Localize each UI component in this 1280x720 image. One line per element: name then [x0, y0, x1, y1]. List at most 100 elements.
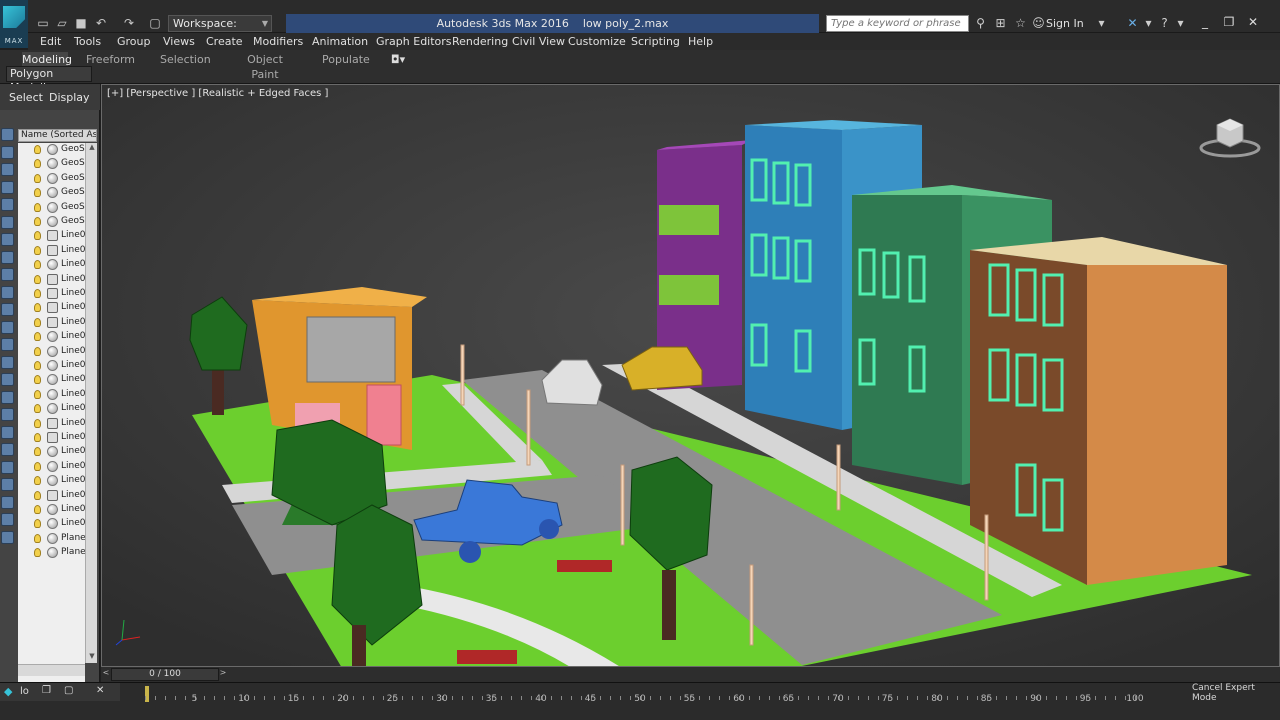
list-item[interactable]: Line0 [18, 417, 85, 431]
filter-toggle-icon[interactable] [1, 495, 14, 509]
light-bulb-icon[interactable] [34, 145, 41, 154]
menu-rendering[interactable]: Rendering [452, 35, 508, 48]
filter-toggle-icon[interactable] [1, 198, 14, 211]
filter-toggle-icon[interactable] [1, 215, 14, 229]
light-bulb-icon[interactable] [34, 332, 41, 342]
list-item[interactable]: Line0 [18, 445, 85, 459]
minimize-icon[interactable]: _ [1196, 13, 1214, 31]
bookmark-icon[interactable]: ⊞ [992, 15, 1009, 32]
time-next-icon[interactable]: > [218, 668, 228, 681]
maximize-icon[interactable]: ▢ [64, 685, 73, 696]
filter-toggle-icon[interactable] [1, 425, 14, 439]
expand-icon[interactable]: ▾ [1140, 15, 1157, 32]
filter-toggle-icon[interactable] [1, 460, 14, 474]
redo-icon[interactable]: ↷ [120, 14, 138, 32]
list-item[interactable]: Plane [18, 546, 86, 560]
list-item[interactable]: Line0 [18, 330, 85, 344]
light-bulb-icon[interactable] [34, 346, 41, 356]
track-bar[interactable]: 5 10 15 20 25 30 35 40 45 50 55 60 65 70 75 80 85 90 95 100 [145, 686, 1175, 704]
filter-toggle-icon[interactable] [1, 268, 14, 281]
workspace-dropdown[interactable]: Workspace: Default ▼ [168, 15, 272, 45]
filter-toggle-icon[interactable] [1, 285, 14, 299]
light-bulb-icon[interactable] [34, 505, 41, 514]
menu-modifiers[interactable]: Modifiers [253, 35, 303, 48]
time-slider[interactable]: < 0 / 100 > [101, 667, 1280, 682]
filter-toggle-icon[interactable] [1, 303, 14, 316]
menu-views[interactable]: Views [163, 35, 195, 48]
light-bulb-icon[interactable] [34, 202, 41, 212]
light-bulb-icon[interactable] [34, 188, 41, 198]
list-item[interactable]: Line0 [18, 489, 85, 503]
list-item[interactable]: Line0 [18, 517, 85, 531]
filter-toggle-icon[interactable] [1, 145, 14, 159]
filter-toggle-icon[interactable] [1, 373, 14, 386]
menu-edit[interactable]: Edit [40, 35, 61, 48]
sign-in-button[interactable]: Sign In [1046, 17, 1084, 30]
exchange-icon[interactable]: ✕ [1124, 15, 1141, 32]
explorer-object-list[interactable]: GeoS GeoS GeoS GeoS GeoS GeoS Line0 Line0 Line0 L… [18, 143, 86, 703]
light-bulb-icon[interactable] [34, 260, 41, 270]
light-bulb-icon[interactable] [34, 447, 41, 457]
taskbar-tab[interactable]: ◆ lo ❐ ▢ ✕ [0, 683, 120, 701]
viewport-label[interactable]: [+] [Perspective ] [Realistic + Edged Fa… [107, 88, 328, 99]
time-slider-thumb[interactable]: 0 / 100 [111, 668, 219, 681]
list-item[interactable]: GeoS [18, 186, 85, 200]
restore-icon[interactable]: ❐ [1220, 13, 1238, 31]
binoculars-icon[interactable]: ⚲ [972, 15, 989, 32]
filter-toggle-icon[interactable] [1, 180, 14, 194]
list-item[interactable]: Line0 [18, 474, 85, 488]
filter-toggle-icon[interactable] [1, 443, 14, 456]
list-item[interactable]: Line0 [18, 316, 85, 330]
filter-toggle-icon[interactable] [1, 530, 14, 544]
list-item[interactable]: Line0 [18, 402, 85, 416]
light-bulb-icon[interactable] [34, 173, 41, 183]
explorer-tab-display[interactable]: Display [49, 91, 90, 104]
save-icon[interactable]: ■ [72, 14, 90, 32]
filter-toggle-icon[interactable] [1, 163, 14, 176]
close-icon[interactable]: ✕ [96, 685, 104, 696]
tab-freeform[interactable]: Freeform [86, 52, 135, 67]
star-icon[interactable]: ☆ [1012, 15, 1029, 32]
menu-animation[interactable]: Animation [312, 35, 368, 48]
restore-icon[interactable]: ❐ [42, 685, 51, 696]
perspective-viewport[interactable]: [+] [Perspective ] [Realistic + Edged Fa… [101, 84, 1280, 667]
filter-toggle-icon[interactable] [1, 128, 14, 141]
light-bulb-icon[interactable] [34, 217, 41, 226]
explorer-tab-select[interactable]: Select [9, 91, 43, 104]
filter-toggle-icon[interactable] [1, 478, 14, 491]
list-item[interactable]: GeoS [18, 201, 85, 215]
list-item[interactable]: Line0 [18, 460, 85, 474]
app-logo[interactable]: MAX [0, 0, 28, 48]
menu-graph-editors[interactable]: Graph Editors [376, 35, 452, 48]
light-bulb-icon[interactable] [34, 476, 41, 486]
undo-icon[interactable]: ↶ [92, 14, 110, 32]
list-item[interactable]: Line0 [18, 503, 85, 517]
list-item[interactable]: Line0 [18, 244, 85, 258]
list-item[interactable]: Line0 [18, 301, 85, 315]
list-item[interactable]: GeoS [18, 157, 85, 171]
light-bulb-icon[interactable] [34, 389, 41, 399]
filter-toggle-icon[interactable] [1, 233, 14, 246]
search-input[interactable] [826, 15, 969, 32]
user-icon[interactable]: ☺ [1030, 15, 1047, 32]
list-item[interactable]: GeoS [18, 172, 85, 186]
explorer-column-header[interactable]: Name (Sorted Ascer [18, 129, 97, 142]
filter-toggle-icon[interactable] [1, 390, 14, 404]
new-file-icon[interactable]: ▭ [34, 14, 52, 32]
tab-selection[interactable]: Selection [160, 52, 211, 67]
list-item[interactable]: Line0 [18, 273, 85, 287]
list-item[interactable]: Line0 [18, 287, 85, 301]
list-item[interactable]: Line0 [18, 431, 85, 445]
light-bulb-icon[interactable] [34, 303, 41, 313]
open-file-icon[interactable]: ▱ [53, 14, 71, 32]
menu-create[interactable]: Create [206, 35, 243, 48]
list-item[interactable]: Line0 [18, 359, 85, 373]
filter-toggle-icon[interactable] [1, 250, 14, 264]
menu-help[interactable]: Help [688, 35, 713, 48]
list-item[interactable]: GeoS [18, 215, 85, 229]
light-bulb-icon[interactable] [34, 274, 41, 284]
light-bulb-icon[interactable] [34, 433, 41, 442]
list-item[interactable]: Plane [18, 532, 86, 546]
filter-toggle-icon[interactable] [1, 408, 14, 421]
tab-modeling[interactable]: Modeling [22, 52, 72, 67]
